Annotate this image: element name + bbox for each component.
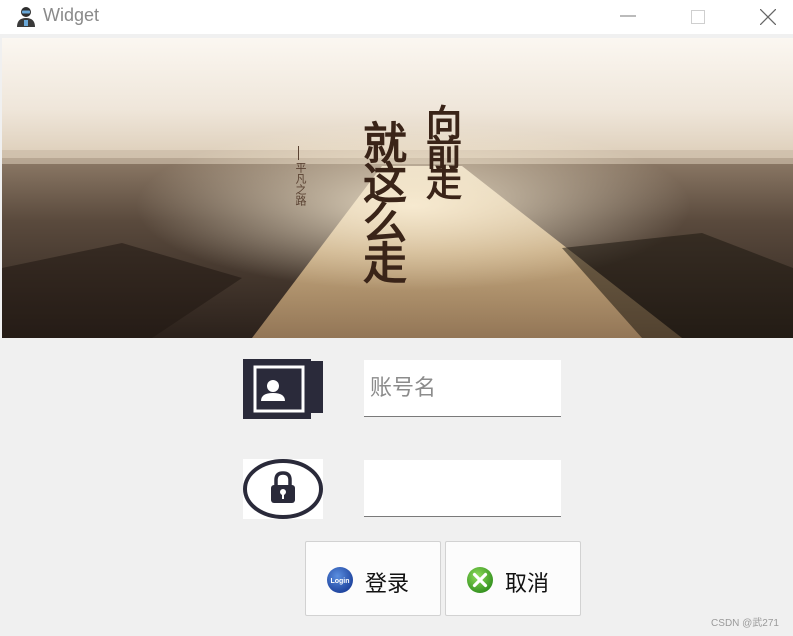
window-title: Widget (43, 5, 100, 25)
cancel-button-label: 取消 (505, 572, 550, 597)
svg-text:Login: Login (330, 578, 349, 585)
poster-subtitle: 平凡之路 (294, 162, 307, 206)
title-bar: Widget (0, 0, 793, 34)
account-input[interactable] (364, 360, 561, 417)
user-silhouette-icon (17, 7, 35, 27)
minimize-button[interactable] (604, 0, 652, 34)
login-button-label: 登录 (365, 572, 410, 597)
minimize-icon (620, 15, 636, 17)
cancel-button[interactable]: 取消 (445, 541, 581, 616)
green-x-icon (467, 567, 493, 593)
login-badge-icon: Login (327, 567, 353, 593)
contact-card-icon (243, 359, 323, 419)
maximize-button[interactable] (674, 0, 722, 34)
banner-image: 就这么走 向前走 平凡之路 (2, 38, 793, 338)
watermark-text: CSDN @武271 (711, 618, 779, 629)
lock-icon (243, 459, 323, 519)
poster-title-main: 就这么走 (355, 120, 406, 280)
maximize-icon (691, 10, 705, 24)
close-icon (760, 9, 776, 25)
close-button[interactable] (744, 0, 792, 34)
poster-title-secondary: 向前走 (420, 104, 462, 194)
poster-dash (298, 146, 299, 160)
password-input[interactable] (364, 460, 561, 517)
login-button[interactable]: Login 登录 (305, 541, 441, 616)
